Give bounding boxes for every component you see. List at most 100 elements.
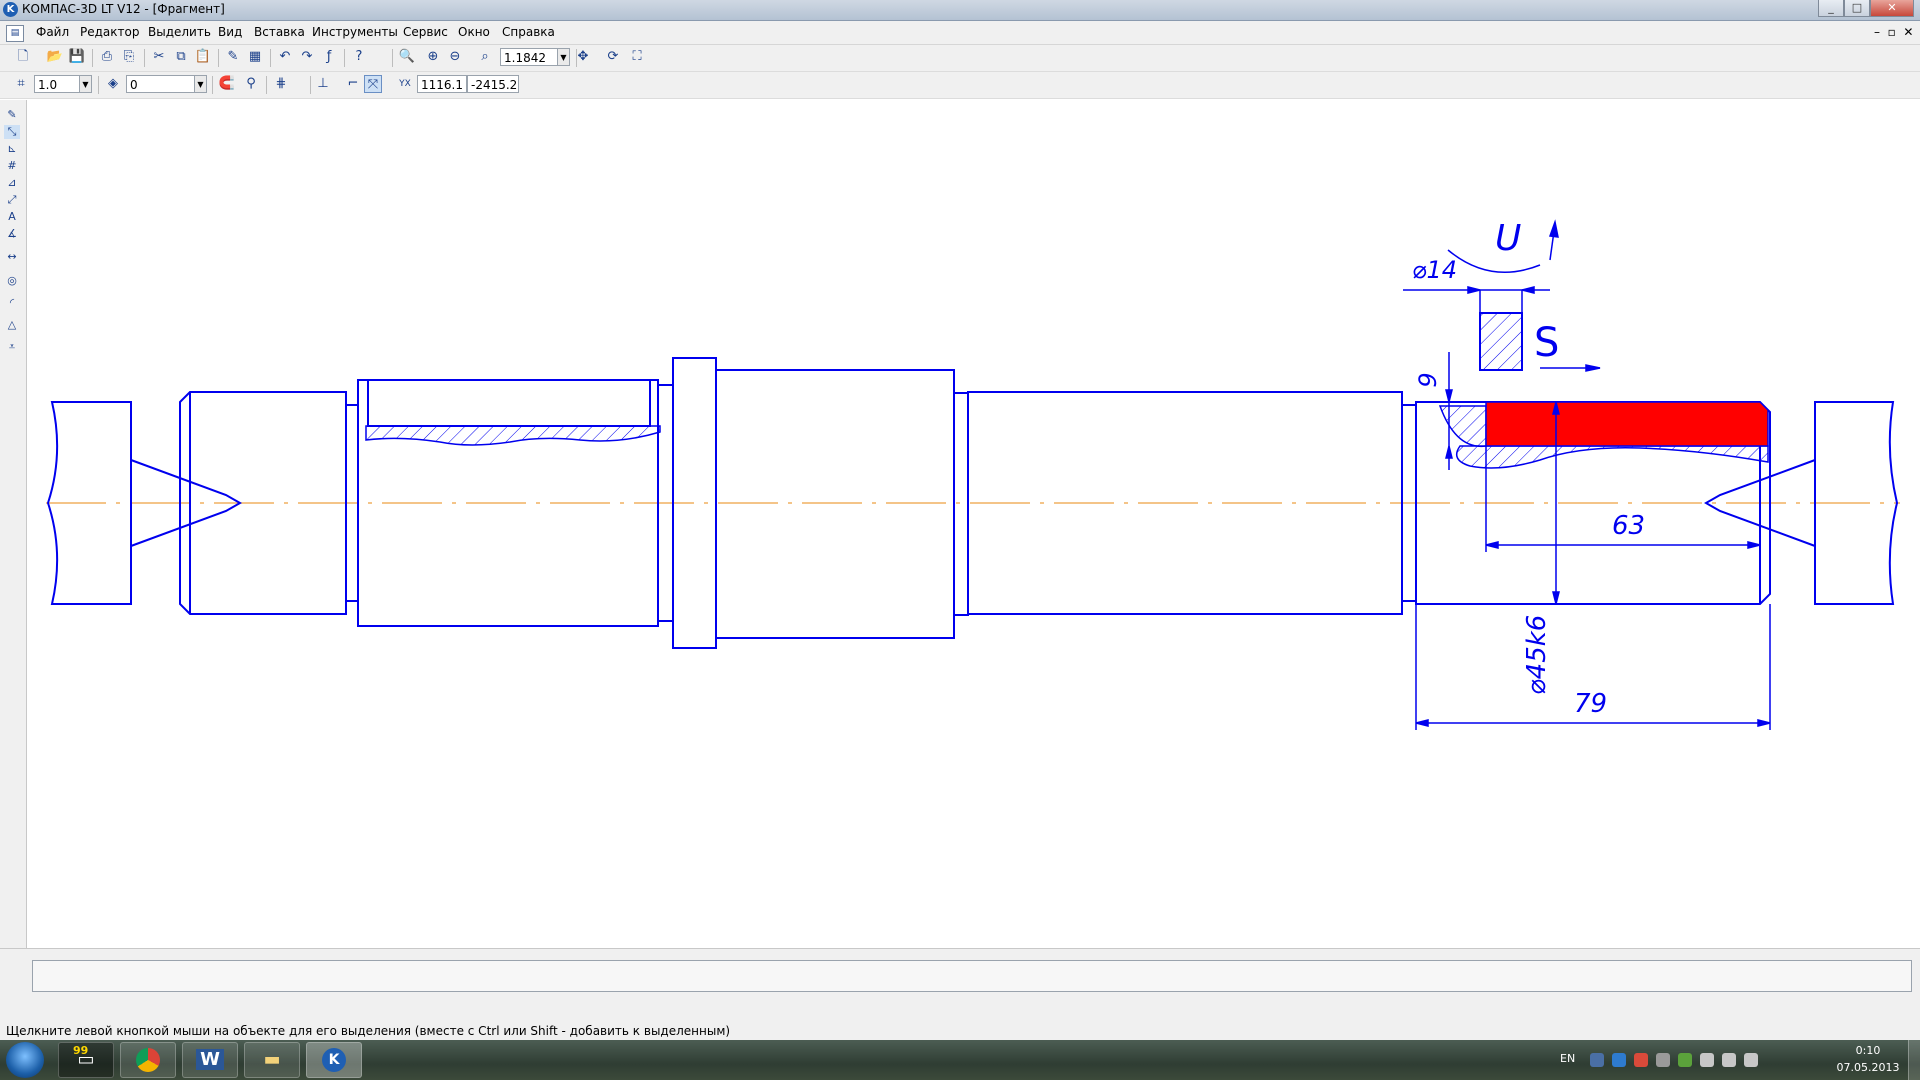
tray-antivirus-icon[interactable] [1634, 1053, 1648, 1067]
paste-icon[interactable]: 📋 [194, 48, 212, 66]
status-bar: Щелкните левой кнопкой мыши на объекте д… [0, 1022, 1920, 1040]
menu-select[interactable]: Выделить [148, 25, 211, 39]
minimize-button[interactable]: _ [1818, 0, 1844, 17]
menu-service[interactable]: Сервис [403, 25, 448, 39]
dimensions-icon[interactable]: ↔ [4, 250, 20, 264]
layer-dropdown-arrow[interactable]: ▼ [194, 75, 207, 93]
properties-icon[interactable]: ✎ [224, 48, 242, 66]
clock-time[interactable]: 0:10 [1838, 1044, 1898, 1057]
redo-icon[interactable]: ↷ [298, 48, 316, 66]
polygon-tool-icon[interactable]: △ [4, 318, 20, 332]
select-icon[interactable]: ⤢ [4, 193, 20, 207]
undo-icon[interactable]: ↶ [276, 48, 294, 66]
open-folder-icon[interactable]: 📂 [46, 48, 64, 66]
mdi-window-controls[interactable]: – ▫ ✕ [1874, 25, 1913, 39]
toolbar-separator [270, 49, 271, 67]
shaft-drawing: ⌀14 U S 9 63 ⌀45k6 79 [46, 218, 1900, 730]
menu-window[interactable]: Окно [458, 25, 490, 39]
step-input[interactable]: 1.0 [34, 75, 84, 93]
grid-icon[interactable]: ⋕ [272, 75, 290, 93]
language-indicator[interactable]: EN [1560, 1052, 1575, 1065]
menu-tools[interactable]: Инструменты [312, 25, 398, 39]
circle-tool-icon[interactable]: ◎ [4, 274, 20, 288]
save-icon[interactable]: 💾 [68, 48, 86, 66]
zoom-window-icon[interactable]: 🔍 [398, 48, 416, 66]
document-icon[interactable]: ▤ [6, 25, 24, 42]
tray-network-icon[interactable] [1590, 1053, 1604, 1067]
compact-panel: ✎ ⤡ ⊾ # ⊿ ⤢ A ∡ ↔ ◎ ◜ △ ⩡ [0, 100, 27, 948]
grid-step-icon[interactable]: ⌗ [12, 75, 30, 93]
new-document-icon[interactable]: 🗋 [14, 48, 32, 66]
pan-icon[interactable]: ✥ [574, 48, 592, 66]
ortho-icon[interactable]: ⌐ [344, 75, 362, 93]
copy-icon[interactable]: ⧉ [172, 48, 190, 66]
hatch-icon[interactable]: # [4, 159, 20, 173]
drawing-canvas[interactable]: ⌀14 U S 9 63 ⌀45k6 79 [27, 100, 1920, 948]
tray-nvidia-icon[interactable] [1678, 1053, 1692, 1067]
edit-tool-icon[interactable]: ⤡ [4, 125, 20, 139]
maximize-button[interactable]: □ [1844, 0, 1870, 17]
title-bar: K КОМПАС-3D LT V12 - [Фрагмент] _ □ ✕ [0, 0, 1920, 21]
dim-45k6-label: ⌀45k6 [1522, 615, 1552, 695]
zoom-scale-icon[interactable]: ⌕ [476, 48, 494, 66]
roughness-tool-icon[interactable]: ⩡ [4, 340, 20, 354]
markup-icon[interactable]: ∡ [4, 227, 20, 241]
menu-view[interactable]: Вид [218, 25, 242, 39]
cutting-tool [1479, 312, 1523, 371]
show-all-icon[interactable]: ⛶ [628, 48, 646, 66]
tray-flag-icon[interactable] [1700, 1053, 1714, 1067]
zoom-dropdown-arrow[interactable]: ▼ [557, 48, 570, 66]
coord-y-field[interactable]: -2415.2 [467, 75, 519, 93]
layer-icon[interactable]: ◈ [104, 75, 122, 93]
manager-icon[interactable]: ▦ [246, 48, 264, 66]
zoom-in-icon[interactable]: ⊕ [424, 48, 442, 66]
show-desktop-button[interactable] [1908, 1040, 1920, 1080]
taskbar-chrome[interactable] [120, 1042, 176, 1078]
menu-editor[interactable]: Редактор [80, 25, 139, 39]
menu-bar: ▤ Файл Редактор Выделить Вид Вставка Инс… [0, 21, 1920, 45]
dim-63-label: 63 [1612, 511, 1645, 541]
arc-tool-icon[interactable]: ◜ [4, 296, 20, 310]
step-dropdown-arrow[interactable]: ▼ [79, 75, 92, 93]
snap-toggle-icon[interactable]: ⤧ [364, 75, 382, 93]
measure-icon[interactable]: ⊿ [4, 176, 20, 190]
taskbar-explorer[interactable]: ▬ [244, 1042, 300, 1078]
word-icon: W [196, 1049, 224, 1070]
property-panel-field[interactable] [32, 960, 1912, 992]
menu-insert[interactable]: Вставка [254, 25, 305, 39]
toolbar-separator [144, 49, 145, 67]
taskbar-word[interactable]: W [182, 1042, 238, 1078]
taskbar-kompas[interactable]: K [306, 1042, 362, 1078]
start-button[interactable] [6, 1042, 44, 1078]
layer-input[interactable]: 0 [126, 75, 198, 93]
menu-help[interactable]: Справка [502, 25, 555, 39]
print-preview-icon[interactable]: ⎙ [98, 48, 116, 66]
local-cs-icon[interactable]: ⊥ [314, 75, 332, 93]
windows-taskbar: 99 ▭ W ▬ K EN 0:10 07.05.2013 [0, 1040, 1920, 1080]
function-icon[interactable]: ƒ [320, 48, 338, 66]
tray-power-icon[interactable] [1722, 1053, 1736, 1067]
text-icon[interactable]: A [4, 210, 20, 224]
refresh-icon[interactable]: ⟳ [604, 48, 622, 66]
zoom-input[interactable]: 1.1842 [500, 48, 558, 66]
cut-icon[interactable]: ✂ [150, 48, 168, 66]
feed-label: S [1534, 320, 1559, 366]
snap-magnet-icon[interactable]: ⚲ [242, 75, 260, 93]
coord-x-field[interactable]: 1116.1 [417, 75, 467, 93]
taskbar-cmd[interactable]: 99 ▭ [58, 1042, 114, 1078]
print-icon[interactable]: ⎘ [120, 48, 138, 66]
kompas-app-icon[interactable]: K [3, 2, 18, 17]
toolbar-separator [344, 49, 345, 67]
clock-date[interactable]: 07.05.2013 [1832, 1061, 1904, 1074]
window-title: КОМПАС-3D LT V12 - [Фрагмент] [22, 2, 225, 16]
zoom-out-icon[interactable]: ⊖ [446, 48, 464, 66]
close-button[interactable]: ✕ [1870, 0, 1914, 17]
tray-update-icon[interactable] [1656, 1053, 1670, 1067]
geometry-tool-icon[interactable]: ✎ [4, 108, 20, 122]
tray-volume-icon[interactable] [1744, 1053, 1758, 1067]
help-pointer-icon[interactable]: ? [350, 48, 368, 66]
magnet-icon[interactable]: 🧲 [218, 75, 236, 93]
parametrization-icon[interactable]: ⊾ [4, 142, 20, 156]
tray-bluetooth-icon[interactable] [1612, 1053, 1626, 1067]
menu-file[interactable]: Файл [36, 25, 69, 39]
